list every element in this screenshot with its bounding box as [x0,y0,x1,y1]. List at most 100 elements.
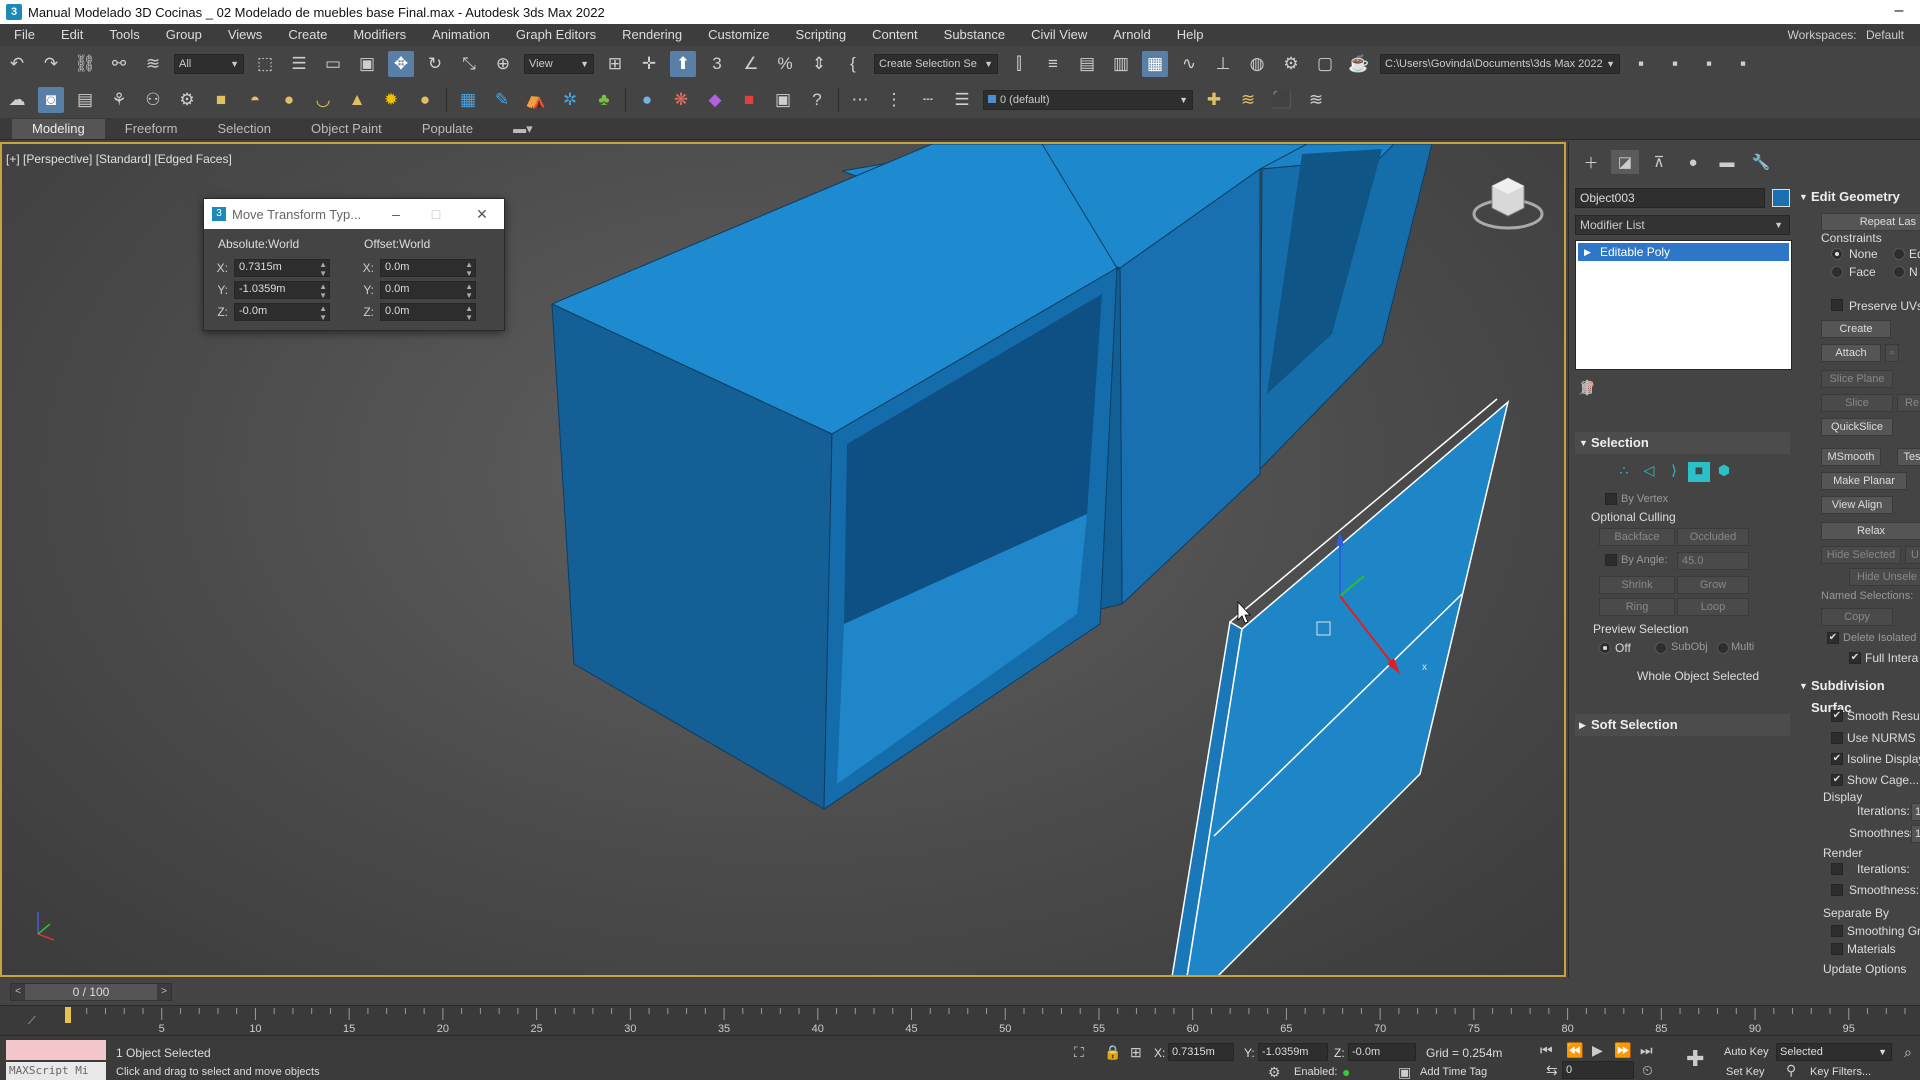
go-to-start-icon[interactable]: ⏮ [1540,1042,1553,1059]
object-color-swatch[interactable] [1772,189,1790,207]
preview-off-radio[interactable] [1599,642,1611,654]
auto-key-button[interactable]: Auto Key [1724,1046,1769,1058]
by-angle-checkbox[interactable] [1605,554,1617,566]
render-production-icon[interactable]: ☕ [1346,51,1372,77]
absolute-z-field[interactable]: -0.0m ▲ ▼ [234,303,330,322]
previous-frame-icon[interactable]: < [11,984,25,1000]
ring-button[interactable]: Ring [1599,598,1675,616]
constraint-normal-radio[interactable] [1893,266,1905,278]
reference-coordinate-dropdown[interactable]: View ▼ [524,54,594,74]
settings-icon[interactable]: ⚙ [174,87,200,113]
render-smoothness-checkbox[interactable] [1831,884,1843,896]
tab-freeform[interactable]: Freeform [105,119,198,139]
element-level-icon[interactable]: ⬢ [1713,462,1735,482]
select-and-move-icon[interactable]: ✥ [388,51,414,77]
menu-graph-editors[interactable]: Graph Editors [502,24,608,46]
set-project-icon[interactable]: ▪ [1662,51,1688,77]
smoothness-field[interactable]: 1 [1911,825,1920,843]
toggle-scene-explorer-icon[interactable]: ▤ [1074,51,1100,77]
smoothing-groups-checkbox[interactable] [1831,925,1843,937]
shrink-button[interactable]: Shrink [1599,576,1675,594]
viewport-label[interactable]: [+] [Perspective] [Standard] [Edged Face… [6,152,232,166]
plant-icon[interactable]: ♣ [591,87,617,113]
tab-selection[interactable]: Selection [198,119,291,139]
menu-file[interactable]: File [0,24,47,46]
bind-spacewarp-icon[interactable]: ≋ [140,51,166,77]
absolute-mode-icon[interactable]: ⊞ [1130,1044,1142,1061]
expand-triangle-icon[interactable]: ▶ [1584,243,1591,261]
create-layer-icon[interactable]: ✚ [1201,87,1227,113]
constraint-edge-radio[interactable] [1893,248,1905,260]
menu-help[interactable]: Help [1163,24,1216,46]
xref-icon[interactable]: ⚘ [106,87,132,113]
by-angle-field[interactable]: 45.0 [1677,552,1749,570]
tent-icon[interactable]: ⛺ [523,87,549,113]
dialog-maximize-button[interactable]: □ [424,203,448,225]
spinner-snap-icon[interactable]: ⇕ [806,51,832,77]
percent-snap-icon[interactable]: % [772,51,798,77]
toggle-layer-explorer-icon[interactable]: ▥ [1108,51,1134,77]
key-selection-dropdown[interactable]: Selected ▼ [1776,1043,1892,1061]
object-name-field[interactable]: Object003 [1575,188,1765,208]
menu-animation[interactable]: Animation [418,24,502,46]
time-tag-icon[interactable]: ▣ [1398,1064,1411,1080]
help-icon[interactable]: ? [804,87,830,113]
mirror-icon[interactable]: ⫿ [1006,51,1032,77]
render-setup-icon[interactable]: ⚙ [1278,51,1304,77]
backface-button[interactable]: Backface [1599,528,1675,546]
link-icon[interactable]: ⛓ [72,51,98,77]
current-frame-field[interactable]: 0 [1562,1061,1634,1079]
layer-toolbar-icon[interactable]: ▪ [1696,51,1722,77]
border-level-icon[interactable]: ⟩ [1663,462,1685,482]
absolute-x-field[interactable]: 0.7315m ▲ ▼ [234,259,330,278]
select-and-place-icon[interactable]: ⊕ [490,51,516,77]
enabled-status-dot-icon[interactable]: ● [1342,1064,1350,1080]
slice-button[interactable]: Slice [1821,394,1893,412]
hide-selected-button[interactable]: Hide Selected [1821,546,1901,564]
schematic-view-icon[interactable]: ⊥ [1210,51,1236,77]
preview-subobj-radio[interactable] [1655,642,1667,654]
menu-edit[interactable]: Edit [47,24,95,46]
menu-rendering[interactable]: Rendering [608,24,694,46]
current-frame-marker[interactable] [65,1007,71,1023]
redo-icon[interactable]: ↷ [38,51,64,77]
render-iterations-checkbox[interactable] [1831,863,1843,875]
maxscript-listener-output[interactable] [6,1040,106,1060]
next-key-icon[interactable]: ⏩ [1614,1042,1631,1059]
hemisphere-primitive-icon[interactable]: ◓ [242,87,268,113]
edge-level-icon[interactable]: ◁ [1638,462,1660,482]
light-icon[interactable]: ✹ [378,87,404,113]
previous-key-icon[interactable]: ⏪ [1566,1042,1583,1059]
curve-editor-icon[interactable]: ∿ [1176,51,1202,77]
box-primitive-icon[interactable]: ■ [208,87,234,113]
constraint-face-radio[interactable] [1831,266,1843,278]
create-button[interactable]: Create [1821,320,1891,338]
polygon-level-icon[interactable]: ■ [1688,462,1710,482]
constraint-none-radio[interactable] [1831,248,1843,260]
offset-x-field[interactable]: 0.0m ▲ ▼ [380,259,476,278]
align-icon[interactable]: ≡ [1040,51,1066,77]
key-filter-icon[interactable]: ⚲ [1786,1062,1796,1079]
window-crossing-icon[interactable]: ▣ [354,51,380,77]
time-configuration-icon[interactable]: ⏲ [1642,1062,1653,1079]
select-by-name-icon[interactable]: ☰ [286,51,312,77]
go-to-end-icon[interactable]: ⏭ [1640,1042,1653,1059]
project-path-dropdown[interactable]: C:\Users\Govinda\Documents\3ds Max 2022 ▼ [1380,54,1620,74]
dialog-title-bar[interactable]: 3 Move Transform Typ... – □ ✕ [204,199,504,229]
spinner-icon[interactable]: ▲ ▼ [319,304,327,322]
display-tab-icon[interactable]: ▬ [1713,150,1741,174]
reset-plane-button[interactable]: Re [1897,394,1920,412]
grid-icon[interactable]: ▦ [455,87,481,113]
add-time-tag-button[interactable]: Add Time Tag [1420,1066,1487,1078]
menu-tools[interactable]: Tools [95,24,151,46]
utilities-tab-icon[interactable]: 🔧 [1747,150,1775,174]
teapot-icon[interactable]: ☁ [4,87,30,113]
menu-arnold[interactable]: Arnold [1099,24,1163,46]
iterations-field[interactable]: 1 [1911,803,1920,821]
offset-y-field[interactable]: 0.0m ▲ ▼ [380,281,476,300]
material-editor-icon[interactable]: ◍ [1244,51,1270,77]
substance-icon[interactable]: ◆ [702,87,728,113]
materials-checkbox[interactable] [1831,943,1843,955]
sphere-primitive-icon[interactable]: ● [276,87,302,113]
environment-icon[interactable]: ▤ [72,87,98,113]
